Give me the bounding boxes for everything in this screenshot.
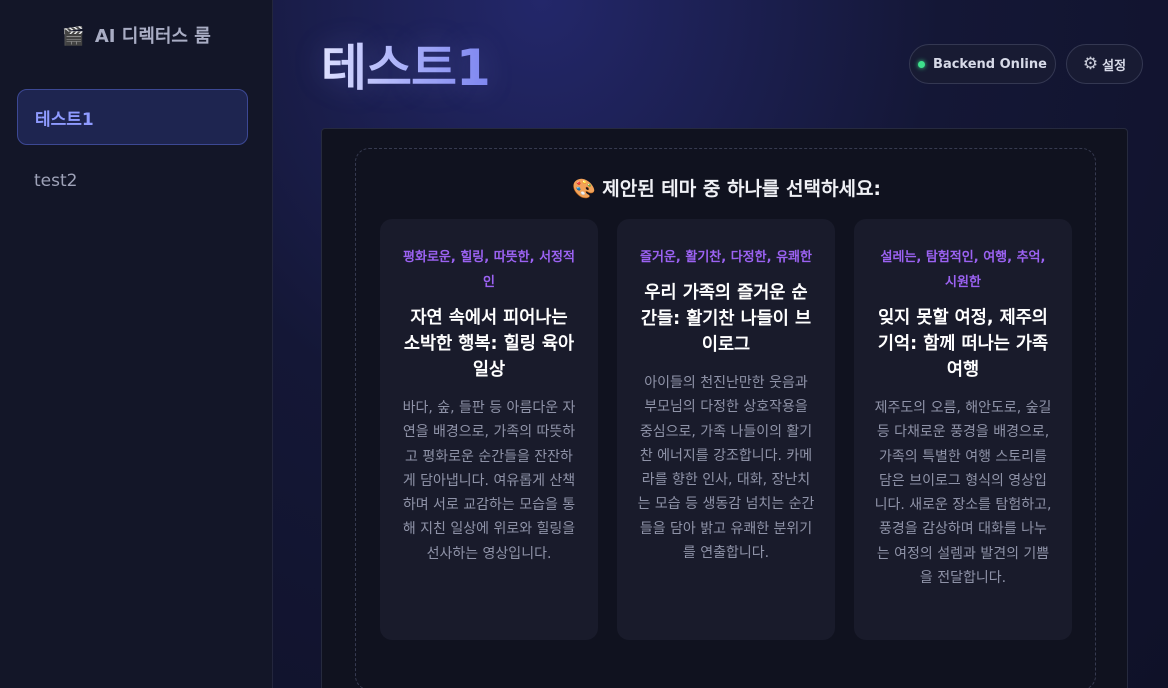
theme-heading-label: 제안된 테마 중 하나를 선택하세요: <box>602 178 882 200</box>
sidebar-item-test2[interactable]: test2 <box>17 153 248 209</box>
theme-card-description: 아이들의 천진난만한 웃음과 부모님의 다정한 상호작용을 중심으로, 가족 나… <box>637 375 815 562</box>
theme-card-title: 잊지 못할 여정, 제주의 기억: 함께 떠나는 가족 여행 <box>877 308 1049 380</box>
theme-card-tags: 설레는, 탐험적인, 여행, 추억, 시원한 <box>880 250 1046 290</box>
theme-card-description: 바다, 숲, 들판 등 아름다운 자연을 배경으로, 가족의 따뜻하고 평화로운… <box>402 400 576 562</box>
content-panel: 🎨 제안된 테마 중 하나를 선택하세요: 평화로운, 힐링, 따뜻한, 서정적… <box>321 128 1128 688</box>
gear-icon: ⚙ <box>1082 54 1099 74</box>
sidebar-item-label: test2 <box>34 171 78 191</box>
settings-label: 설정 <box>1102 58 1127 74</box>
brand-label: AI 디렉터스 룸 <box>94 26 211 47</box>
backend-status-badge: Backend Online <box>909 44 1056 84</box>
sidebar-item-label: 테스트1 <box>35 109 94 130</box>
app-brand: 🎬 AI 디렉터스 룸 <box>0 22 273 48</box>
palette-icon: 🎨 <box>571 178 596 200</box>
clapperboard-icon: 🎬 <box>62 26 85 47</box>
theme-card-tags: 평화로운, 힐링, 따뜻한, 서정적인 <box>403 250 575 290</box>
sidebar: 🎬 AI 디렉터스 룸 테스트1 test2 <box>0 0 273 688</box>
main-area: 테스트1 Backend Online ⚙ 설정 🎨 제안된 테마 중 하나를 … <box>273 0 1168 688</box>
theme-card-tags: 즐거운, 활기찬, 다정한, 유쾌한 <box>640 250 812 265</box>
theme-card[interactable]: 평화로운, 힐링, 따뜻한, 서정적인 자연 속에서 피어나는 소박한 행복: … <box>380 219 598 640</box>
theme-card-title: 우리 가족의 즐거운 순간들: 활기찬 나들이 브이로그 <box>640 283 812 355</box>
sidebar-item-test1[interactable]: 테스트1 <box>17 89 248 145</box>
theme-card[interactable]: 즐거운, 활기찬, 다정한, 유쾌한 우리 가족의 즐거운 순간들: 활기찬 나… <box>617 219 835 640</box>
theme-selection-box: 🎨 제안된 테마 중 하나를 선택하세요: 평화로운, 힐링, 따뜻한, 서정적… <box>355 148 1096 688</box>
theme-card-title: 자연 속에서 피어나는 소박한 행복: 힐링 육아 일상 <box>403 308 575 380</box>
status-label: Backend Online <box>933 56 1047 72</box>
status-dot-icon <box>918 60 926 68</box>
theme-heading: 🎨 제안된 테마 중 하나를 선택하세요: <box>356 174 1097 201</box>
settings-button[interactable]: ⚙ 설정 <box>1066 44 1143 84</box>
theme-card[interactable]: 설레는, 탐험적인, 여행, 추억, 시원한 잊지 못할 여정, 제주의 기억:… <box>854 219 1072 640</box>
page-title: 테스트1 <box>321 28 491 100</box>
theme-card-description: 제주도의 오름, 해안도로, 숲길 등 다채로운 풍경을 배경으로, 가족의 특… <box>874 400 1052 587</box>
